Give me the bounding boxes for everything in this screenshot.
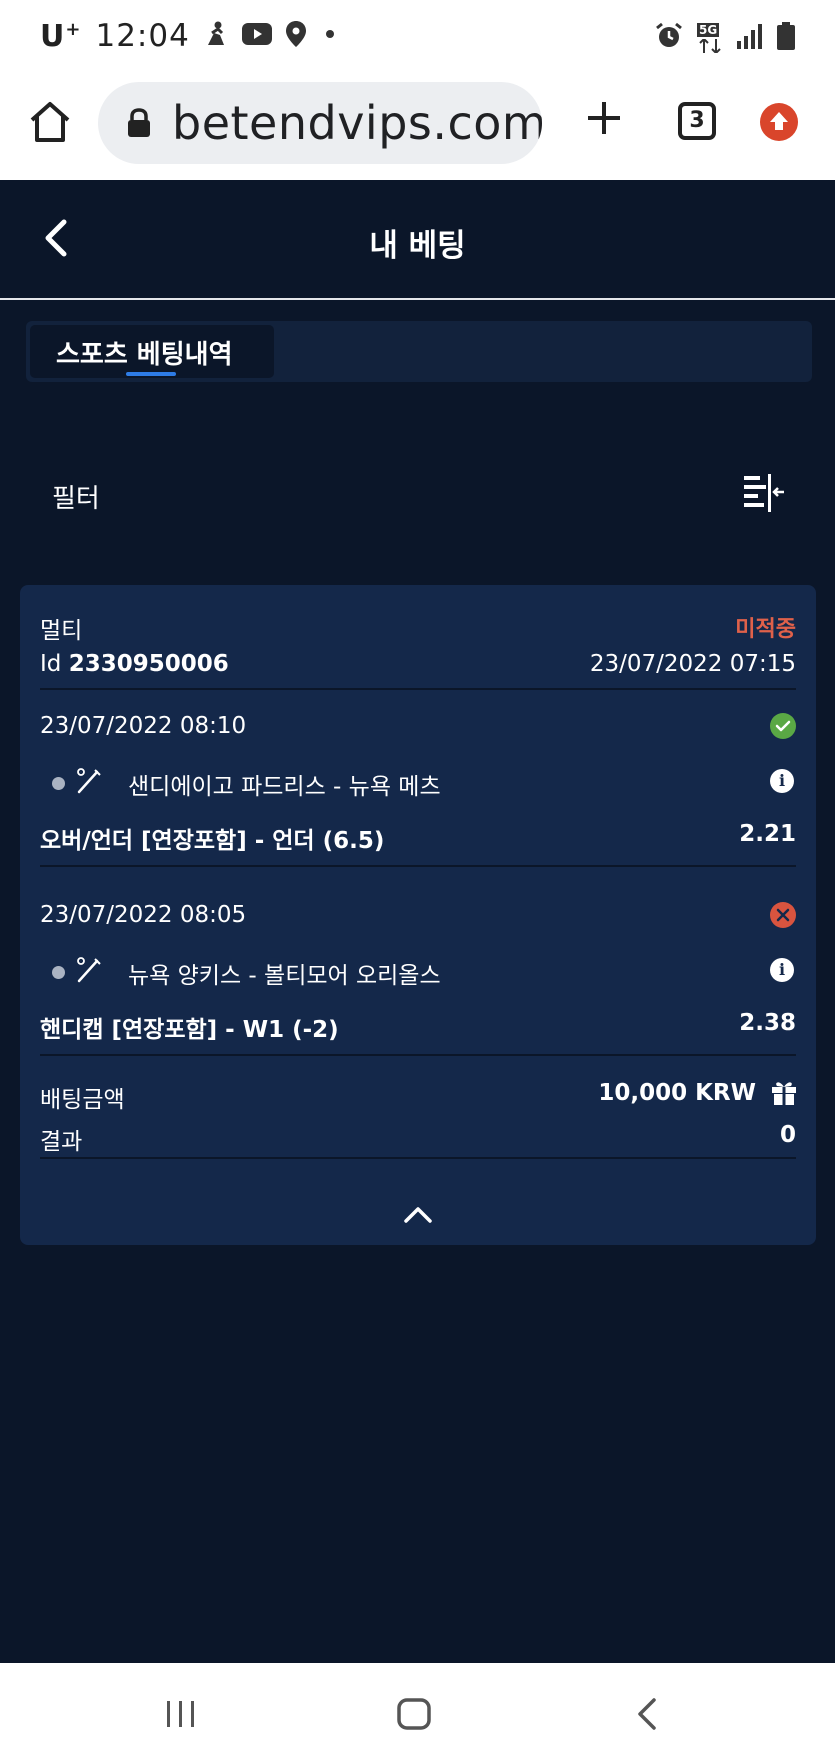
battery-icon [777, 22, 795, 54]
home-icon[interactable] [28, 100, 72, 144]
stake-label: 배팅금액 [40, 1087, 125, 1113]
tab-label: 스포츠 베팅내역 [56, 340, 233, 370]
lock-icon [126, 108, 152, 142]
collapse-chevron-up-icon[interactable] [403, 1205, 433, 1229]
selection-datetime: 23/07/2022 08:10 [40, 713, 247, 739]
tab-active-indicator [126, 372, 176, 376]
location-icon [285, 21, 306, 51]
address-bar[interactable]: betendvips.com/ [98, 82, 542, 164]
selection-datetime: 23/07/2022 08:05 [40, 902, 247, 928]
url-text: betendvips.com/ [172, 96, 542, 150]
filter-collapse-icon[interactable] [742, 474, 786, 514]
update-icon[interactable] [760, 103, 798, 141]
selection-market: 핸디캡 [연장포함] - W1 (-2) [40, 1017, 339, 1043]
result-value: 0 [779, 1122, 796, 1148]
selection-odds: 2.38 [739, 1010, 796, 1036]
carrier-label: U+ [40, 18, 82, 54]
bet-type: 멀티 [40, 618, 83, 644]
win-check-icon [770, 713, 796, 739]
info-icon[interactable]: i [770, 958, 794, 982]
selection-match: 샌디에이고 파드리스 - 뉴욕 메츠 [128, 774, 441, 800]
divider [40, 865, 796, 867]
recent-apps-icon[interactable] [165, 1699, 197, 1733]
dot-icon [320, 24, 340, 48]
divider [40, 1054, 796, 1056]
baseball-bat-icon [75, 956, 103, 988]
network-5g-icon: 5G [697, 23, 723, 53]
selection-market: 오버/언더 [연장포함] - 언더 (6.5) [40, 828, 385, 854]
bet-placed-datetime: 23/07/2022 07:15 [589, 651, 796, 677]
bet-id: Id 2330950006 [40, 651, 229, 677]
divider [40, 1157, 796, 1159]
clock: 12:04 [95, 18, 190, 54]
result-label: 결과 [40, 1129, 83, 1155]
back-nav-icon[interactable] [635, 1697, 659, 1735]
loss-x-icon [770, 902, 796, 928]
browser-toolbar: betendvips.com/ 3 [0, 78, 835, 180]
system-nav-bar [0, 1663, 835, 1763]
baseball-bat-icon [75, 767, 103, 799]
new-tab-icon[interactable] [584, 98, 624, 138]
status-dot-icon [52, 966, 65, 979]
status-bar: U+ 12:04 5G [0, 0, 835, 78]
tab-sports-bet-history[interactable]: 스포츠 베팅내역 [30, 325, 274, 378]
figure-icon [204, 21, 228, 51]
stake-value: 10,000 KRW [598, 1080, 756, 1106]
bet-card: 멀티 미적중 Id 2330950006 23/07/2022 07:15 23… [20, 585, 816, 1245]
signal-icon [737, 23, 763, 53]
page-header: 내 베팅 [0, 182, 835, 300]
selection-match: 뉴욕 양키스 - 볼티모어 오리올스 [128, 963, 441, 989]
youtube-icon [241, 23, 272, 49]
status-dot-icon [52, 777, 65, 790]
tabs-bar: 스포츠 베팅내역 [26, 321, 812, 382]
home-nav-icon[interactable] [396, 1697, 432, 1735]
divider [40, 688, 796, 690]
selection-odds: 2.21 [739, 821, 796, 847]
gift-icon[interactable] [770, 1078, 798, 1110]
info-icon[interactable]: i [770, 769, 794, 793]
tab-switcher-button[interactable]: 3 [678, 102, 716, 140]
page-title: 내 베팅 [369, 228, 466, 264]
alarm-icon [655, 22, 683, 54]
bet-status-badge: 미적중 [735, 617, 796, 642]
filter-label: 필터 [52, 484, 100, 514]
